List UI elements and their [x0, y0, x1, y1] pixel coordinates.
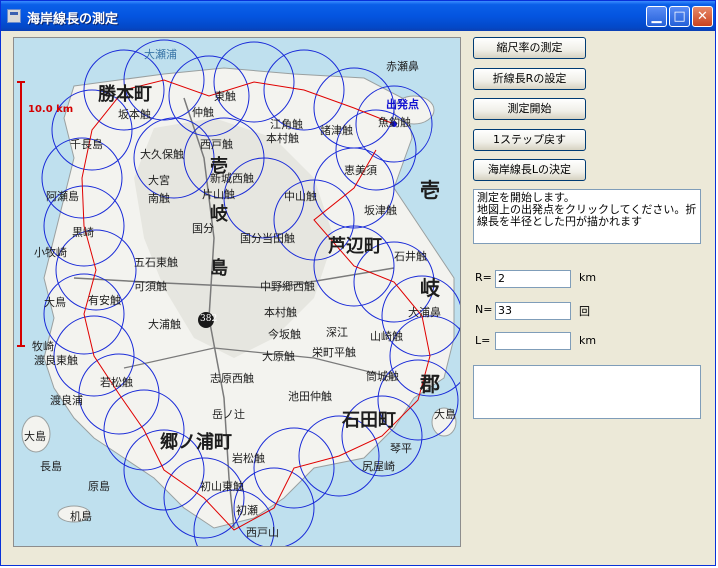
- map-label: 小牧崎: [34, 246, 67, 259]
- map-label: 池田仲触: [288, 390, 332, 403]
- map-label: 岐: [420, 276, 440, 300]
- map-label: 芦辺町: [328, 236, 382, 257]
- measure-scale-button[interactable]: 縮尺率の測定: [473, 37, 586, 59]
- map-label: 岩松触: [232, 452, 265, 465]
- map-label: 諸津触: [320, 124, 353, 137]
- map-label: 中野郷西触: [260, 280, 315, 293]
- map-label: 牧崎: [32, 340, 54, 353]
- minimize-icon: ▁: [651, 9, 662, 24]
- map-label: 長島: [40, 460, 62, 473]
- maximize-icon: □: [673, 9, 686, 24]
- r-label: R=: [475, 271, 492, 284]
- map-label: 初山東触: [200, 480, 244, 493]
- map-label: 大鳥: [44, 296, 66, 309]
- minimize-button[interactable]: ▁: [646, 6, 667, 27]
- map-label: 大原触: [262, 350, 295, 363]
- r-input[interactable]: 2: [495, 270, 571, 288]
- map-label: 岳ノ辻: [212, 408, 245, 421]
- map-label: 志原西触: [210, 372, 254, 385]
- map-label: 机島: [70, 510, 92, 523]
- close-button[interactable]: ✕: [692, 6, 713, 27]
- map-label: 恵美須: [344, 164, 377, 177]
- map-label: 南触: [148, 192, 170, 205]
- scale-label: 10.0 km: [28, 104, 74, 115]
- map-label: 国分: [192, 222, 214, 235]
- map-label: 魚釣触: [378, 116, 411, 129]
- map-label: 大島: [24, 430, 46, 443]
- map-canvas[interactable]: 10.0 km 出発点 勝本町 芦辺町 郷ノ浦町 石田町 壱 岐 郡 壱 岐 島…: [13, 37, 461, 547]
- map-label: 仲触: [192, 106, 214, 119]
- route-number: 382: [200, 314, 218, 324]
- output-box[interactable]: [473, 365, 701, 419]
- l-input[interactable]: [495, 332, 571, 350]
- window-title: 海岸線長の測定: [27, 12, 119, 27]
- map-label: 大宮: [148, 174, 170, 187]
- set-radius-button[interactable]: 折線長Rの設定: [473, 68, 586, 90]
- map-label: 尻屋崎: [362, 460, 395, 473]
- map-label: 郷ノ浦町: [160, 432, 232, 453]
- map-label: 大久保触: [140, 148, 184, 161]
- map-label: 初瀬: [236, 504, 258, 517]
- app-window: 海岸線長の測定 ▁ □ ✕ 10.0 km 出発点 勝本町 芦辺町 郷ノ浦町 石…: [0, 0, 716, 566]
- map-label: 大島: [434, 408, 456, 421]
- map-label: 渡良浦: [50, 394, 83, 407]
- r-unit: km: [579, 271, 597, 284]
- map-label: 大浦鼻: [408, 306, 441, 319]
- decide-length-button[interactable]: 海岸線長Lの決定: [473, 159, 586, 181]
- map-label: 片山触: [202, 188, 235, 201]
- map-label: 琴平: [390, 442, 412, 455]
- map-label: 可須触: [134, 280, 167, 293]
- close-icon: ✕: [697, 9, 708, 24]
- start-measure-button[interactable]: 測定開始: [473, 98, 586, 120]
- n-label: N=: [475, 303, 493, 316]
- map-label: 坂本触: [118, 108, 151, 121]
- map-label: 石井触: [394, 250, 427, 263]
- map-label: 坂津触: [364, 204, 397, 217]
- map-label: 有安触: [88, 294, 121, 307]
- n-input[interactable]: 33: [495, 302, 571, 320]
- map-label: 新城西触: [210, 172, 254, 185]
- map-label: 勝本町: [98, 84, 152, 105]
- map-label: 島: [210, 258, 228, 279]
- map-label: 黒崎: [72, 226, 94, 239]
- map-label: 五石東触: [134, 256, 178, 269]
- map-label: 東触: [214, 90, 236, 103]
- map-label: 深江: [326, 326, 348, 339]
- map-label: 原島: [88, 480, 110, 493]
- map-label: 西戸山: [246, 526, 279, 539]
- l-unit: km: [579, 334, 597, 347]
- map-label: 栄町平触: [312, 346, 356, 359]
- map-label: 今坂触: [268, 328, 301, 341]
- title-bar[interactable]: 海岸線長の測定 ▁ □ ✕: [1, 1, 715, 31]
- map-label: 筒城触: [366, 370, 399, 383]
- map-label: 山崎触: [370, 330, 403, 343]
- l-label: L=: [475, 334, 491, 347]
- map-label: 赤瀬鼻: [386, 60, 419, 73]
- map-label: 壱: [420, 178, 440, 202]
- scale-bar: [17, 81, 25, 347]
- app-icon: [7, 9, 21, 23]
- map-label: 本村触: [264, 306, 297, 319]
- map-label: 大浦触: [148, 318, 181, 331]
- message-box[interactable]: 測定を開始します。 地図上の出発点をクリックしてください。折線長を半径とした円が…: [473, 189, 701, 244]
- message-text: 測定を開始します。 地図上の出発点をクリックしてください。折線長を半径とした円が…: [477, 191, 697, 228]
- map-label: 中山触: [284, 190, 317, 203]
- map-label: 千長島: [70, 138, 103, 151]
- start-point-label: 出発点: [386, 98, 419, 111]
- client-area: 10.0 km 出発点 勝本町 芦辺町 郷ノ浦町 石田町 壱 岐 郡 壱 岐 島…: [5, 31, 711, 563]
- maximize-button[interactable]: □: [669, 6, 690, 27]
- n-unit: 回: [579, 305, 590, 318]
- map-label: 本村触: [266, 132, 299, 145]
- undo-step-button[interactable]: 1ステップ戻す: [473, 129, 586, 151]
- map-label: 渡良東触: [34, 354, 78, 367]
- map-label: 若松触: [100, 376, 133, 389]
- map-label: 西戸触: [200, 138, 233, 151]
- map-label: 石田町: [342, 410, 396, 431]
- map-label: 阿瀬島: [46, 190, 79, 203]
- map-label: 郡: [420, 372, 440, 396]
- map-label: 国分当田触: [240, 232, 295, 245]
- map-label: 大瀬浦: [144, 48, 177, 61]
